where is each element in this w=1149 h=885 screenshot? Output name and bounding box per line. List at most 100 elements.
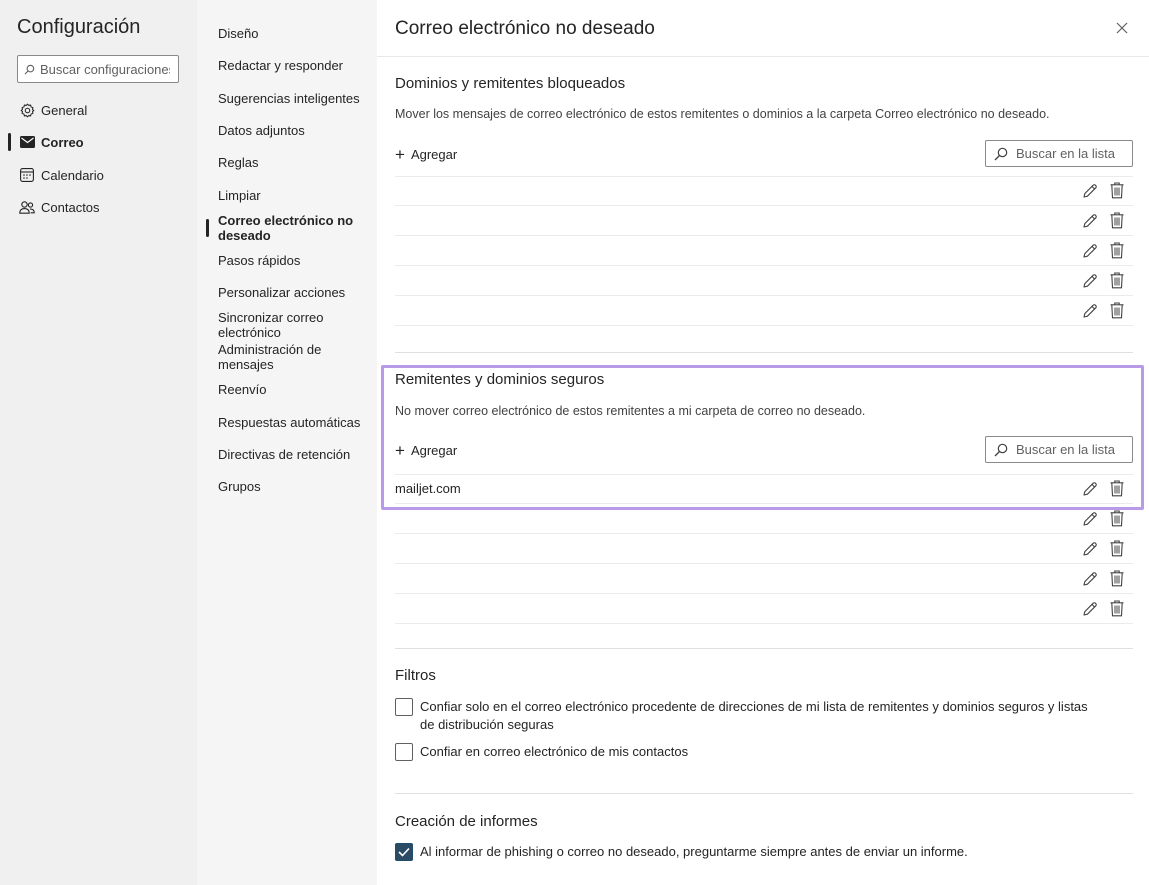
settings-nav: Configuración General Correo Calendario … [0, 0, 197, 885]
blocked-section-title: Dominios y remitentes bloqueados [395, 75, 626, 92]
report-ask-label: Al informar de phishing o correo no dese… [420, 844, 968, 859]
delete-icon[interactable] [1110, 212, 1126, 230]
search-icon [18, 64, 40, 75]
list-item [395, 534, 1133, 564]
edit-icon[interactable] [1081, 212, 1099, 230]
subnav-item-message-handling[interactable]: Administración de mensajes [218, 342, 338, 372]
safe-search-input[interactable] [1016, 442, 1128, 457]
section-divider [395, 352, 1133, 353]
filter-safe-only-checkbox[interactable] [395, 698, 413, 716]
delete-icon[interactable] [1110, 510, 1126, 528]
subnav-item-compose[interactable]: Redactar y responder [218, 58, 368, 73]
edit-icon[interactable] [1081, 242, 1099, 260]
blocked-search-input[interactable] [1016, 146, 1128, 161]
header-divider [377, 56, 1149, 57]
report-ask-option[interactable]: Al informar de phishing o correo no dese… [395, 843, 1100, 861]
blocked-list-search[interactable] [985, 140, 1133, 167]
mail-settings-subnav: Diseño Redactar y responder Sugerencias … [197, 0, 377, 885]
page-title: Correo electrónico no deseado [395, 18, 655, 39]
list-item: mailjet.com [395, 474, 1133, 504]
filters-section-title: Filtros [395, 667, 436, 684]
delete-icon[interactable] [1110, 540, 1126, 558]
safe-section-title: Remitentes y dominios seguros [395, 371, 605, 388]
list-item [395, 266, 1133, 296]
delete-icon[interactable] [1110, 242, 1126, 260]
add-label: Agregar [410, 442, 458, 458]
subnav-item-retention[interactable]: Directivas de retención [218, 447, 368, 462]
subnav-item-rules[interactable]: Reglas [218, 155, 368, 170]
edit-icon[interactable] [1081, 272, 1099, 290]
safe-section-description: No mover correo electrónico de estos rem… [395, 404, 866, 418]
nav-item-contacts[interactable]: Contactos [19, 195, 100, 219]
list-item [395, 176, 1133, 206]
subnav-item-sweep[interactable]: Limpiar [218, 188, 368, 203]
safe-add-button[interactable]: + Agregar [395, 440, 457, 460]
nav-item-general[interactable]: General [19, 98, 87, 122]
blocked-add-button[interactable]: + Agregar [395, 144, 457, 164]
list-item [395, 236, 1133, 266]
subnav-item-forwarding[interactable]: Reenvío [218, 382, 368, 397]
list-item [395, 206, 1133, 236]
junk-email-panel: Correo electrónico no deseado Dominios y… [377, 0, 1149, 885]
close-button[interactable] [1113, 19, 1131, 37]
edit-icon[interactable] [1081, 182, 1099, 200]
edit-icon[interactable] [1081, 570, 1099, 588]
filter-contacts-checkbox[interactable] [395, 743, 413, 761]
nav-item-mail[interactable]: Correo [19, 130, 84, 154]
subnav-item-quick-steps[interactable]: Pasos rápidos [218, 253, 368, 268]
checkmark-icon [398, 847, 410, 857]
edit-icon[interactable] [1081, 600, 1099, 618]
close-icon [1116, 22, 1128, 34]
edit-icon[interactable] [1081, 540, 1099, 558]
subnav-item-customize-actions[interactable]: Personalizar acciones [218, 285, 368, 300]
subnav-item-layout[interactable]: Diseño [218, 26, 368, 41]
people-icon [19, 199, 35, 215]
delete-icon[interactable] [1110, 182, 1126, 200]
nav-item-label: General [41, 102, 88, 118]
settings-search-input[interactable] [40, 61, 170, 77]
filter-contacts-label: Confiar en correo electrónico de mis con… [420, 744, 689, 759]
nav-item-calendar[interactable]: Calendario [19, 163, 104, 187]
nav-item-label: Contactos [41, 199, 100, 215]
delete-icon[interactable] [1110, 272, 1126, 290]
section-divider [395, 793, 1133, 794]
delete-icon[interactable] [1110, 302, 1126, 320]
settings-title: Configuración [17, 16, 141, 38]
filter-contacts-option[interactable]: Confiar en correo electrónico de mis con… [395, 743, 1100, 761]
subnav-item-auto-replies[interactable]: Respuestas automáticas [218, 415, 368, 430]
list-item-value: mailjet.com [395, 481, 461, 496]
mail-icon [19, 134, 35, 150]
add-label: Agregar [410, 146, 458, 162]
calendar-icon [19, 167, 35, 183]
subnav-item-groups[interactable]: Grupos [218, 479, 368, 494]
delete-icon[interactable] [1110, 570, 1126, 588]
subnav-item-suggestions[interactable]: Sugerencias inteligentes [218, 91, 368, 106]
list-item [395, 594, 1133, 624]
reports-section-title: Creación de informes [395, 813, 538, 830]
edit-icon[interactable] [1081, 510, 1099, 528]
list-item [395, 296, 1133, 326]
filter-safe-only-label: Confiar solo en el correo electrónico pr… [420, 699, 1088, 732]
plus-icon: + [395, 144, 405, 164]
subnav-active-indicator [206, 219, 209, 237]
nav-active-indicator [8, 133, 11, 151]
filter-safe-only-option[interactable]: Confiar solo en el correo electrónico pr… [395, 698, 1100, 734]
settings-search-box[interactable] [17, 55, 179, 83]
delete-icon[interactable] [1110, 480, 1126, 498]
report-ask-checkbox[interactable] [395, 843, 413, 861]
edit-icon[interactable] [1081, 302, 1099, 320]
section-divider [395, 648, 1133, 649]
nav-item-label: Correo [41, 134, 84, 150]
subnav-item-attachments[interactable]: Datos adjuntos [218, 123, 368, 138]
delete-icon[interactable] [1110, 600, 1126, 618]
list-item [395, 564, 1133, 594]
search-icon [986, 443, 1016, 457]
plus-icon: + [395, 440, 405, 460]
subnav-item-junk[interactable]: Correo electrónico no deseado [218, 213, 368, 243]
blocked-section-description: Mover los mensajes de correo electrónico… [395, 107, 1050, 121]
nav-item-label: Calendario [41, 167, 104, 183]
edit-icon[interactable] [1081, 480, 1099, 498]
safe-list-search[interactable] [985, 436, 1133, 463]
search-icon [986, 147, 1016, 161]
subnav-item-sync[interactable]: Sincronizar correo electrónico [218, 310, 338, 340]
